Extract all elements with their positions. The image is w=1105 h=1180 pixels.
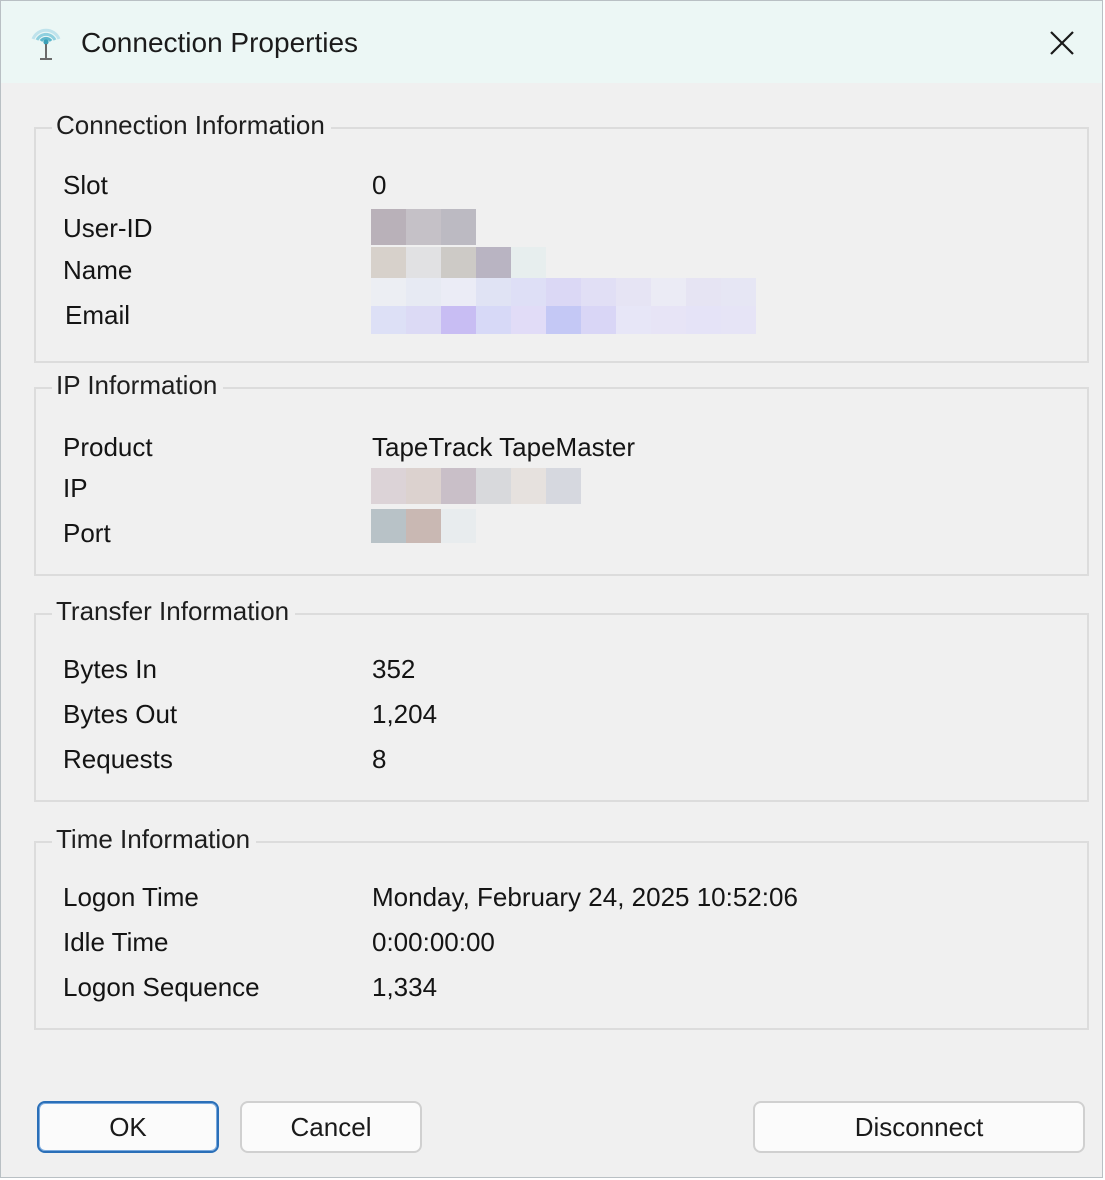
time-information-group: Time Information Logon Time Monday, Febr… [34,821,1089,1030]
disconnect-button[interactable]: Disconnect [753,1101,1085,1153]
requests-value: 8 [372,744,387,774]
bytes-out-value: 1,204 [372,699,438,729]
user-id-row: User-ID [36,208,1087,248]
connection-information-group: Connection Information Slot 0 User-ID Na… [34,107,1089,363]
requests-row: Requests 8 [36,739,1087,779]
antenna-icon [27,25,65,63]
connection-information-legend: Connection Information [52,107,331,143]
user-id-redacted-value [371,209,476,245]
dialog-title: Connection Properties [81,27,359,58]
ip-label: IP [63,473,88,503]
port-row: Port [36,509,1087,553]
slot-row: Slot 0 [36,165,1087,205]
logon-time-value: Monday, February 24, 2025 10:52:06 [372,882,798,912]
idle-time-label: Idle Time [63,927,169,957]
close-icon[interactable] [1040,21,1084,65]
title-bar: Connection Properties [1,1,1102,83]
product-label: Product [63,432,153,462]
logon-sequence-label: Logon Sequence [63,972,260,1002]
logon-sequence-row: Logon Sequence 1,334 [36,967,1087,1007]
product-value: TapeTrack TapeMaster [372,432,636,462]
email-redacted-value [371,278,756,334]
user-id-label: User-ID [63,213,153,243]
idle-time-value: 0:00:00:00 [372,927,495,957]
requests-label: Requests [63,744,173,774]
bytes-in-label: Bytes In [63,654,157,684]
logon-sequence-value: 1,334 [372,972,438,1002]
name-label: Name [63,255,133,285]
idle-time-row: Idle Time 0:00:00:00 [36,922,1087,962]
port-redacted-value [371,509,476,543]
logon-time-label: Logon Time [63,882,199,912]
ip-information-legend: IP Information [52,367,224,403]
ip-row: IP [36,468,1087,508]
email-row: Email [36,278,1087,335]
email-label: Email [65,300,131,330]
cancel-button[interactable]: Cancel [240,1101,422,1153]
product-row: Product TapeTrack TapeMaster [36,427,1087,467]
bytes-out-row: Bytes Out 1,204 [36,694,1087,734]
slot-label: Slot [63,170,108,200]
slot-value: 0 [372,170,387,200]
time-information-legend: Time Information [52,821,257,857]
transfer-information-group: Transfer Information Bytes In 352 Bytes … [34,593,1089,802]
bytes-in-value: 352 [372,654,416,684]
ok-button[interactable]: OK [37,1101,219,1153]
transfer-information-legend: Transfer Information [52,593,296,629]
bytes-out-label: Bytes Out [63,699,178,729]
bytes-in-row: Bytes In 352 [36,649,1087,689]
port-label: Port [63,518,111,548]
logon-time-row: Logon Time Monday, February 24, 2025 10:… [36,877,1087,917]
ip-redacted-value [371,468,581,504]
connection-properties-dialog: Connection Properties Connection Informa… [0,0,1103,1178]
ip-information-group: IP Information Product TapeTrack TapeMas… [34,367,1089,576]
